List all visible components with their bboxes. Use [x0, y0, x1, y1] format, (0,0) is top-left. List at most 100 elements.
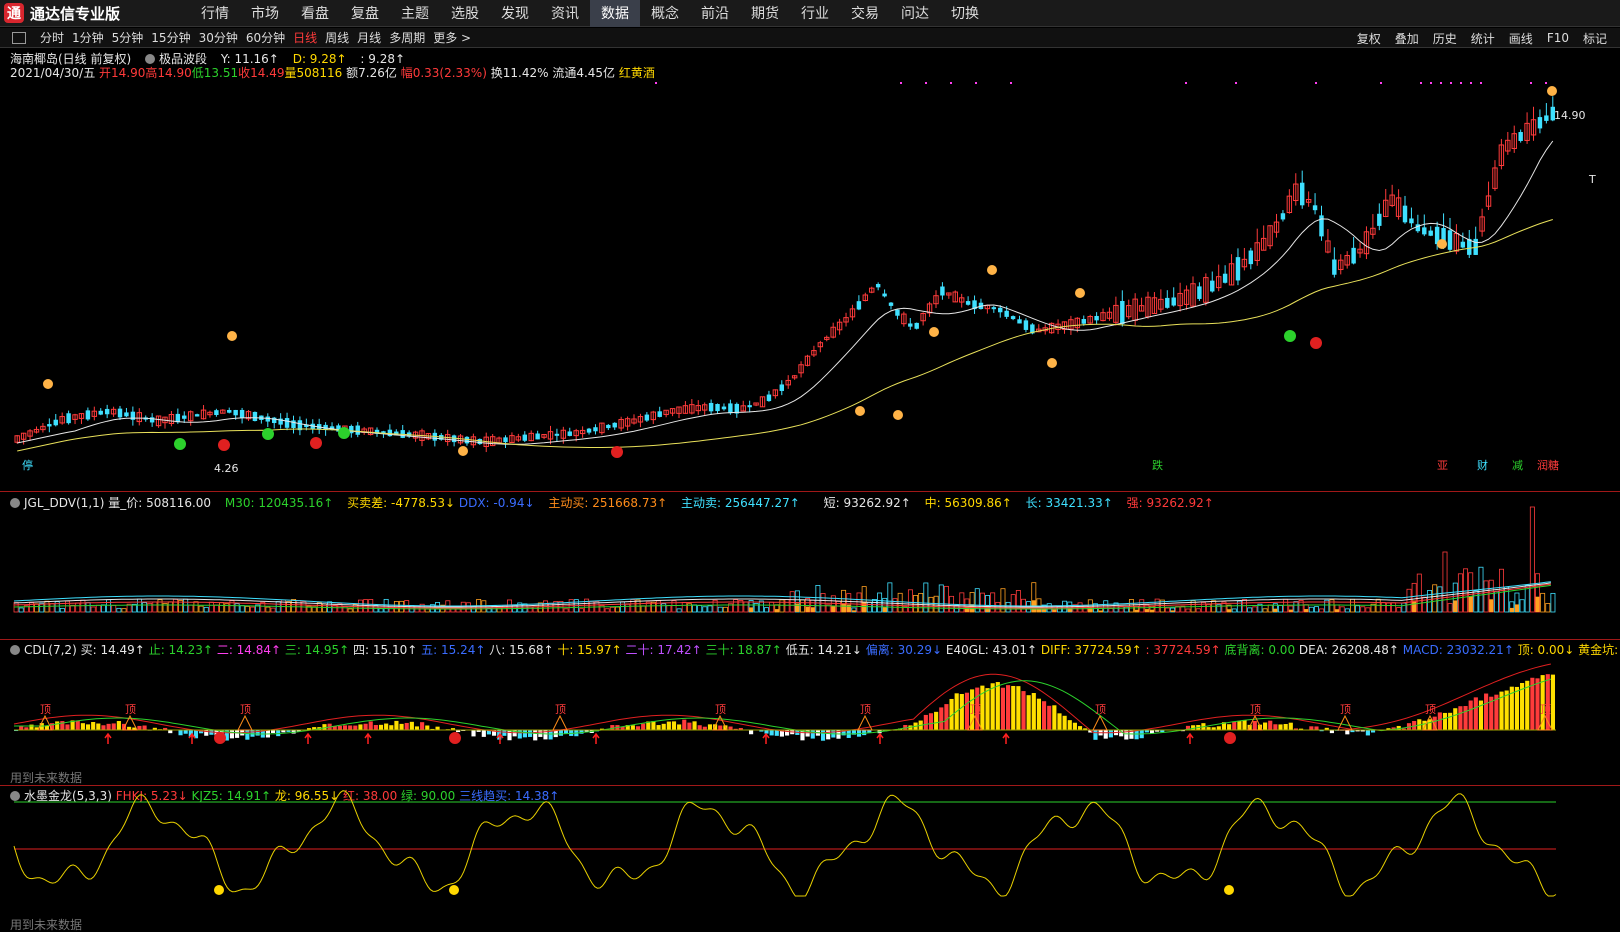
period-tab[interactable]: 60分钟 [242, 29, 289, 46]
tool-button[interactable]: 标记 [1576, 30, 1614, 47]
menu-item[interactable]: 看盘 [290, 0, 340, 27]
volume-fill [1144, 609, 1149, 612]
volume-bar [871, 599, 877, 613]
volume-bar [1365, 607, 1371, 613]
volume-bar [224, 603, 230, 613]
cdl-panel[interactable]: CDL(7,2) 买: 14.49↑ 止: 14.23↑ 二: 14.84↑ 三… [0, 640, 1620, 785]
smjl-chart[interactable] [0, 786, 1620, 932]
tool-button[interactable]: 复权 [1350, 30, 1388, 47]
top-label: 顶 [970, 703, 981, 716]
volume-bar [234, 603, 240, 613]
cdl-chart[interactable]: 顶顶顶顶顶顶顶顶顶顶顶顶 [0, 640, 1620, 785]
candle-body [721, 406, 727, 410]
event-tag[interactable]: 停 [20, 457, 35, 473]
macd-bar [1442, 712, 1448, 730]
candle-body [1300, 182, 1305, 206]
kline-chart[interactable] [0, 49, 1620, 476]
macd-bar [378, 724, 384, 730]
menu-item[interactable]: 选股 [440, 0, 490, 27]
volume-bar [579, 608, 584, 613]
menu-item[interactable]: 切换 [940, 0, 990, 27]
panel-toggle-icon[interactable] [12, 31, 26, 44]
menu-item[interactable]: 行情 [190, 0, 240, 27]
tool-button[interactable]: 统计 [1464, 30, 1502, 47]
candle-body [998, 307, 1003, 313]
volume-bar [239, 605, 245, 613]
macd-bar [1006, 685, 1011, 730]
main-kline-panel[interactable]: 海南椰岛(日线 前复权) 极品波段 Y: 11.16↑ D: 9.28↑ : 9… [0, 49, 1620, 476]
menu-item[interactable]: 前沿 [690, 0, 740, 27]
period-tab[interactable]: 更多 > [429, 29, 475, 46]
macd-bar [1242, 719, 1247, 730]
macd-bar [651, 721, 656, 730]
menu-item[interactable]: 发现 [490, 0, 540, 27]
menu-item[interactable]: 市场 [240, 0, 290, 27]
macd-bar [507, 730, 512, 741]
hand-marker [1437, 239, 1447, 249]
period-tab[interactable]: 分时 [36, 29, 68, 46]
volume-fill [805, 606, 810, 612]
menu-item[interactable]: 主题 [390, 0, 440, 27]
menu-item[interactable]: 行业 [790, 0, 840, 27]
volume-bar [193, 601, 199, 613]
period-tab[interactable]: 月线 [353, 29, 385, 46]
hand-marker [987, 265, 997, 275]
volume-fill [1288, 609, 1293, 612]
macd-bar [718, 725, 723, 730]
hand-marker [893, 410, 903, 420]
period-tab[interactable]: 1分钟 [68, 29, 108, 46]
candle-body [1377, 213, 1382, 226]
menu-item[interactable]: 期货 [740, 0, 790, 27]
period-tab[interactable]: 周线 [321, 29, 353, 46]
volume-panel[interactable]: JGL_DDV(1,1) 量_价: 508116.00 M30: 120435.… [0, 492, 1620, 639]
period-tab[interactable]: 5分钟 [108, 29, 148, 46]
event-tag[interactable]: 财 [1475, 457, 1490, 473]
volume-fill [841, 603, 846, 612]
menu-item[interactable]: 交易 [840, 0, 890, 27]
macd-bar [65, 724, 70, 730]
event-tag[interactable]: 减 [1510, 457, 1525, 473]
macd-bar [404, 722, 409, 730]
signal-dot [925, 82, 927, 84]
period-tab[interactable]: 30分钟 [195, 29, 242, 46]
period-tab[interactable]: 日线 [289, 29, 321, 46]
volume-bar [1396, 607, 1402, 613]
macd-bar [29, 724, 34, 730]
menu-item[interactable]: 复盘 [340, 0, 390, 27]
tool-button[interactable]: 叠加 [1388, 30, 1426, 47]
candle-body [1460, 241, 1466, 248]
macd-bar [353, 725, 358, 730]
volume-chart[interactable] [0, 492, 1620, 639]
volume-bar [1504, 586, 1510, 613]
event-tag[interactable]: 跌 [1150, 457, 1165, 473]
macd-bar [425, 725, 430, 730]
volume-bar [1128, 599, 1134, 613]
menu-item[interactable]: 问达 [890, 0, 940, 27]
macd-bar [1288, 722, 1293, 730]
macd-bar [964, 692, 970, 730]
event-tag[interactable]: 润糖 [1535, 457, 1561, 473]
volume-bar [1267, 604, 1273, 613]
hand-marker [227, 331, 237, 341]
volume-bar [1339, 606, 1345, 613]
tool-button[interactable]: 历史 [1426, 30, 1464, 47]
candle-body [1248, 250, 1254, 265]
tool-button[interactable]: 画线 [1502, 30, 1540, 47]
tool-button[interactable]: F10 [1540, 31, 1576, 45]
macd-bar [1108, 730, 1113, 738]
period-tab[interactable]: 15分钟 [147, 29, 194, 46]
menu-item[interactable]: 概念 [640, 0, 690, 27]
macd-bar [1057, 713, 1062, 730]
volume-fill [1468, 596, 1473, 612]
volume-bar [1447, 603, 1453, 613]
smjl-panel[interactable]: 水墨金龙(5,3,3) FHKJ: 5.23↓ KJZ5: 14.91↑ 龙: … [0, 786, 1620, 932]
menu-item[interactable]: 资讯 [540, 0, 590, 27]
event-tag[interactable]: 亚 [1435, 457, 1450, 473]
macd-bar [682, 719, 687, 730]
candle-body [882, 293, 887, 297]
period-tab[interactable]: 多周期 [385, 29, 429, 46]
candle-body [47, 424, 52, 427]
volume-line [13, 584, 1551, 610]
menu-item[interactable]: 数据 [590, 0, 640, 27]
macd-bar [1011, 685, 1016, 730]
